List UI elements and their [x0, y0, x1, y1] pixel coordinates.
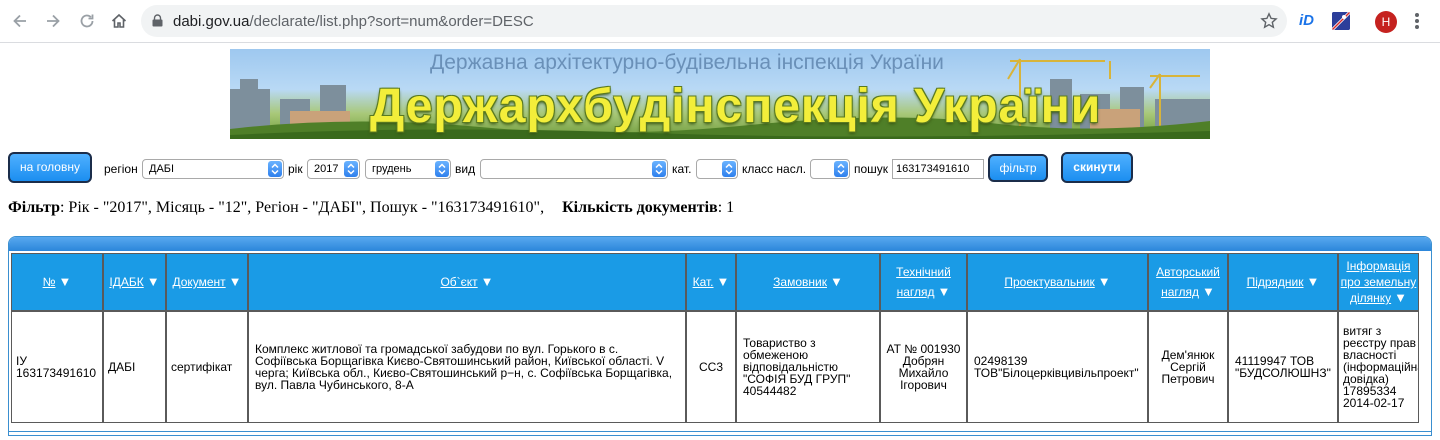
- profile-avatar[interactable]: H: [1375, 11, 1397, 33]
- filter-summary-text: : Рік - "2017", Місяць - "12", Регіон - …: [59, 199, 545, 216]
- forward-icon[interactable]: [42, 10, 64, 32]
- sort-triangle-icon: ▼: [829, 274, 843, 289]
- class-select[interactable]: [810, 159, 850, 179]
- url-text: dabi.gov.ua/declarate/list.php?sort=num&…: [173, 13, 534, 30]
- region-select[interactable]: ДАБІ: [142, 159, 284, 179]
- header-customer[interactable]: Замовник ▼: [736, 253, 880, 311]
- month-select[interactable]: грудень: [365, 159, 451, 179]
- chevron-updown-icon: [722, 161, 736, 177]
- sort-triangle-icon: ▼: [1202, 283, 1215, 299]
- table-footer-bar: [9, 431, 1431, 437]
- cell-tech-supervision: АТ № 001930 Добрян Михайло Ігорович: [880, 311, 967, 423]
- header-contractor[interactable]: Підрядник ▼: [1228, 253, 1338, 311]
- extension-flag-icon[interactable]: [1332, 12, 1350, 30]
- year-label: рік: [288, 162, 303, 176]
- header-idabk[interactable]: ІДАБК ▼: [103, 253, 166, 311]
- category-label: кат.: [672, 162, 692, 176]
- document-count-label: Кількість документів: [562, 199, 718, 216]
- sort-triangle-icon: ▼: [716, 274, 730, 289]
- table-caption-bar: [9, 237, 1431, 251]
- cell-customer: Товариство з обмеженою відповідальністю "СО…: [736, 311, 880, 423]
- home-icon[interactable]: [108, 10, 130, 32]
- cell-idabk: ДАБІ: [103, 311, 166, 423]
- header-document[interactable]: Документ ▼: [166, 253, 248, 311]
- declarations-table: № ▼ ІДАБК ▼ Документ ▼ Об`єкт ▼ Кат. ▼ Замовн…: [8, 236, 1432, 436]
- cell-land-info: витяг з реєстру прав власності (інформаційн…: [1338, 311, 1419, 423]
- header-num[interactable]: № ▼: [11, 253, 103, 311]
- chevron-updown-icon: [435, 161, 449, 177]
- bookmark-star-icon[interactable]: [1260, 12, 1278, 33]
- category-select[interactable]: [696, 159, 738, 179]
- header-author-supervision[interactable]: Авторський нагляд ▼: [1148, 253, 1228, 311]
- region-label: регіон: [104, 162, 138, 176]
- reload-icon[interactable]: [76, 10, 98, 32]
- address-bar[interactable]: dabi.gov.ua/declarate/list.php?sort=num&…: [141, 5, 1287, 37]
- document-count-value: : 1: [717, 199, 735, 216]
- sort-triangle-icon: ▼: [480, 274, 494, 289]
- chevron-updown-icon: [834, 161, 848, 177]
- browser-toolbar: dabi.gov.ua/declarate/list.php?sort=num&…: [0, 0, 1440, 43]
- site-banner: Державна архітектурно-будівельна інспекц…: [230, 49, 1210, 139]
- lock-icon: [152, 14, 163, 30]
- sort-triangle-icon: ▼: [937, 283, 951, 299]
- home-button[interactable]: на головну: [8, 152, 92, 183]
- sort-triangle-icon: ▼: [1306, 274, 1320, 289]
- banner-subtitle: Державна архітектурно-будівельна інспекц…: [430, 51, 944, 74]
- sort-triangle-icon: ▼: [1097, 274, 1111, 289]
- back-icon[interactable]: [9, 10, 31, 32]
- cell-num: ІУ 163173491610: [11, 311, 103, 423]
- sort-triangle-icon: ▼: [146, 274, 160, 289]
- filter-button[interactable]: фільтр: [988, 154, 1048, 182]
- filter-summary-label: Фільтр: [8, 199, 60, 216]
- sort-triangle-icon: ▼: [1394, 290, 1408, 305]
- filter-summary: Фільтр: Рік - "2017", Місяць - "12", Рег…: [8, 199, 734, 217]
- header-tech-supervision[interactable]: Технічний нагляд ▼: [880, 253, 967, 311]
- chevron-updown-icon: [652, 161, 666, 177]
- kind-select[interactable]: [480, 159, 668, 179]
- cell-contractor: 41119947 ТОВ "БУДСОЛЮШНЗ": [1228, 311, 1338, 423]
- menu-dots-icon[interactable]: [1414, 13, 1420, 31]
- header-category[interactable]: Кат. ▼: [686, 253, 736, 311]
- header-object[interactable]: Об`єкт ▼: [248, 253, 686, 311]
- sort-triangle-icon: ▼: [228, 274, 242, 289]
- kind-label: вид: [455, 162, 476, 176]
- reset-button[interactable]: скинути: [1061, 152, 1133, 183]
- extension-id-icon[interactable]: iD: [1299, 12, 1319, 30]
- header-land-info[interactable]: Інформація про земельну ділянку ▼: [1338, 253, 1419, 311]
- class-label: класс насл.: [742, 162, 807, 176]
- year-select[interactable]: 2017: [307, 159, 360, 179]
- chevron-updown-icon: [268, 161, 282, 177]
- cell-object: Комплекс житлової та громадської забудов…: [248, 311, 686, 423]
- search-label: пошук: [854, 162, 889, 176]
- chevron-updown-icon: [344, 161, 358, 177]
- search-input[interactable]: 163173491610: [892, 159, 984, 179]
- cell-document: сертифікат: [166, 311, 248, 423]
- sort-triangle-icon: ▼: [58, 274, 72, 289]
- cell-designer: 02498139 ТОВ"Білоцерківцивільпроект": [967, 311, 1148, 423]
- header-designer[interactable]: Проектувальник ▼: [967, 253, 1148, 311]
- cell-author-supervision: Дем'янюк Сергій Петрович: [1148, 311, 1228, 423]
- cell-category: СС3: [686, 311, 736, 423]
- banner-title: Держархбудінспекція України: [370, 80, 1102, 133]
